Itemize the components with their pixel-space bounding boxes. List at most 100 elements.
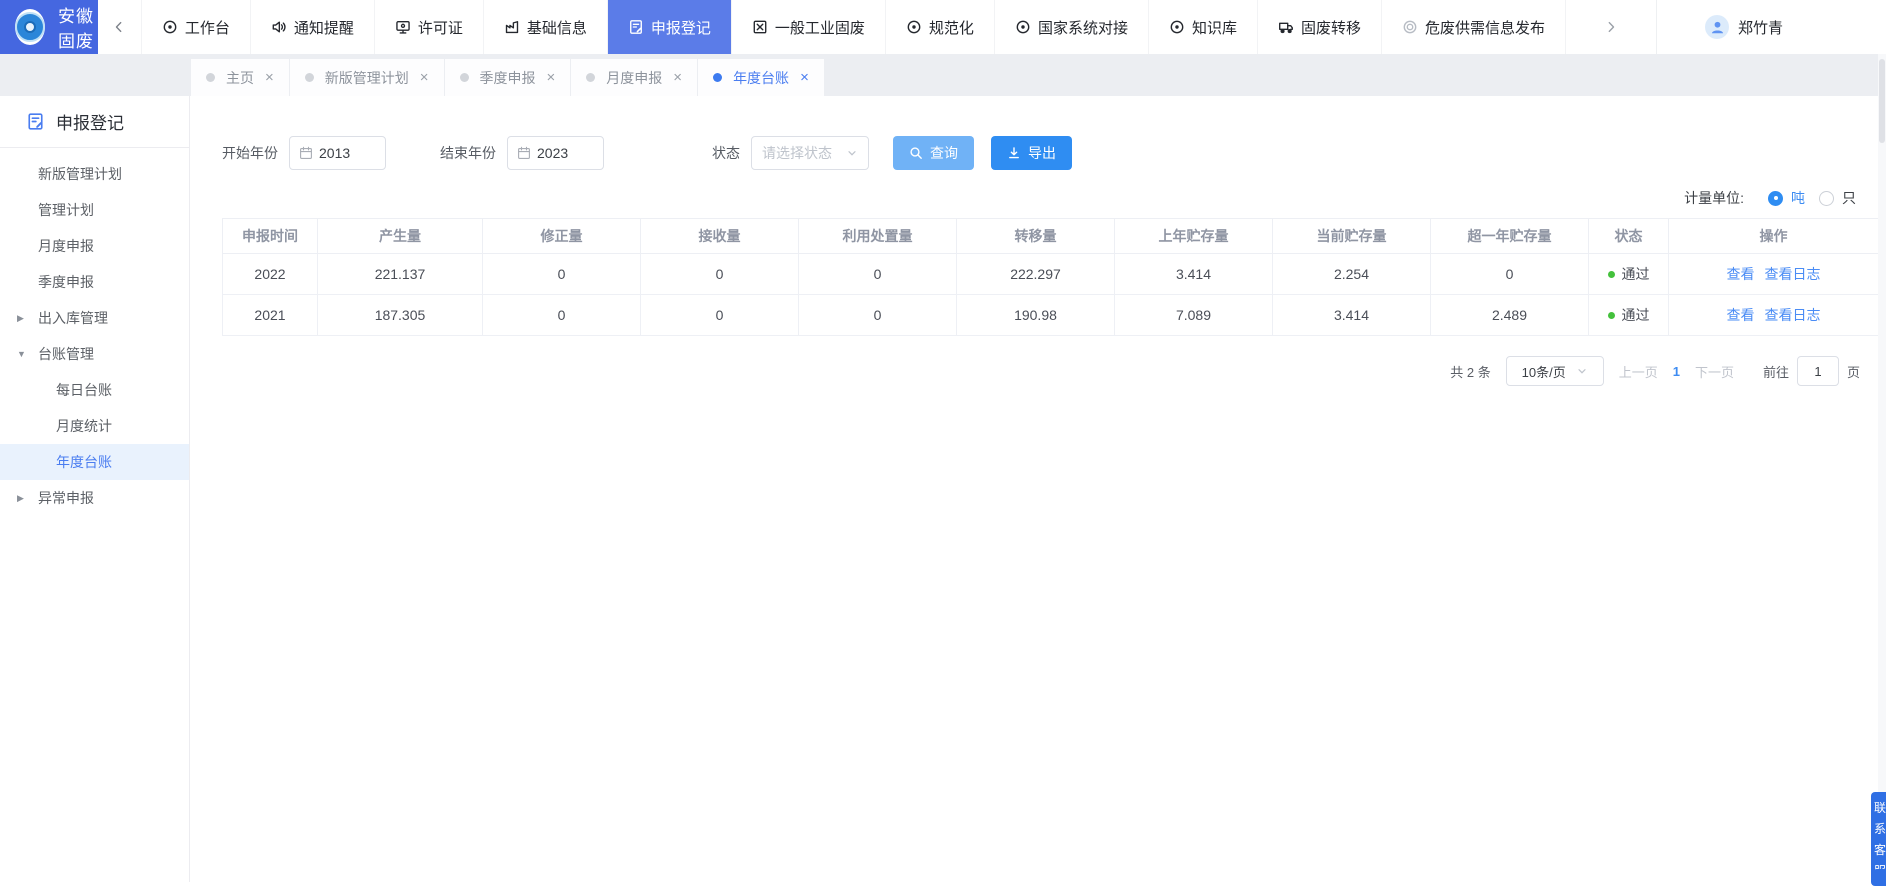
- sidebar-item[interactable]: 管理计划: [0, 192, 189, 228]
- column-header: 申报时间: [223, 219, 318, 254]
- sidebar-item[interactable]: ▶异常申报: [0, 480, 189, 516]
- tab-1[interactable]: 主页 ×: [191, 59, 289, 96]
- brand: 安徽固废: [0, 0, 98, 54]
- tab-status-dot: [586, 73, 595, 82]
- contact-mini-button[interactable]: [1873, 869, 1886, 885]
- pagination: 共 2 条 10条/页 上一页 1 下一页 前往 页: [190, 356, 1860, 386]
- calendar-icon: [299, 146, 313, 160]
- prev-page-button[interactable]: 上一页: [1619, 362, 1658, 381]
- tab-3[interactable]: 季度申报 ×: [445, 59, 571, 96]
- cell-value: 0: [1431, 254, 1589, 295]
- sidebar-item[interactable]: ▼台账管理: [0, 336, 189, 372]
- target-icon: [906, 19, 922, 35]
- view-log-link[interactable]: 查看日志: [1765, 307, 1821, 323]
- page-number-1[interactable]: 1: [1673, 364, 1680, 379]
- tab-status-dot: [305, 73, 314, 82]
- close-icon[interactable]: ×: [420, 70, 429, 85]
- cell-value: 0: [641, 295, 799, 336]
- nav-item-1[interactable]: 工作台: [142, 0, 251, 54]
- tab-label: 年度台账: [733, 68, 789, 88]
- status-badge: 通过: [1589, 305, 1668, 325]
- start-year-label: 开始年份: [222, 143, 278, 163]
- sidebar-item-label: 出入库管理: [38, 308, 108, 328]
- sidebar-item[interactable]: 月度统计: [0, 408, 189, 444]
- main-panel: 开始年份 结束年份 状态 请选择状态 查询 导出: [190, 96, 1886, 882]
- nav-item-7[interactable]: 规范化: [886, 0, 995, 54]
- column-header: 上年贮存量: [1115, 219, 1273, 254]
- sidebar-item-label: 月度统计: [56, 416, 112, 436]
- sidebar-item[interactable]: 月度申报: [0, 228, 189, 264]
- tab-5[interactable]: 年度台账 ×: [698, 59, 824, 96]
- nav-item-11[interactable]: 危废供需信息发布: [1382, 0, 1566, 54]
- nav-item-6[interactable]: 一般工业固废: [732, 0, 886, 54]
- status-dot-icon: [1608, 312, 1615, 319]
- cell-value: 3.414: [1115, 254, 1273, 295]
- sidebar-item-label: 年度台账: [56, 452, 112, 472]
- chevron-down-icon: [1576, 365, 1588, 377]
- top-header: 安徽固废 工作台通知提醒许可证基础信息 申报登记一般工业固废规范化 国家系统对接知识…: [0, 0, 1886, 54]
- nav-item-3[interactable]: 许可证: [375, 0, 484, 54]
- page-size-select[interactable]: 10条/页: [1506, 356, 1604, 386]
- close-icon[interactable]: ×: [800, 70, 809, 85]
- chevron-expanded-icon: ▼: [17, 349, 26, 359]
- nav-item-8[interactable]: 国家系统对接: [995, 0, 1149, 54]
- chevron-down-icon: [846, 147, 858, 159]
- user-avatar-icon: [1705, 15, 1729, 39]
- chevron-right-icon: [1603, 19, 1619, 35]
- unit-radio-selected[interactable]: 吨: [1768, 188, 1805, 208]
- sidebar-item[interactable]: 每日台账: [0, 372, 189, 408]
- nav-scroll-left-button[interactable]: [98, 0, 142, 54]
- vertical-scrollbar[interactable]: [1878, 54, 1886, 882]
- column-header: 超一年贮存量: [1431, 219, 1589, 254]
- scrollbar-thumb[interactable]: [1879, 59, 1885, 143]
- calendar-icon: [517, 146, 531, 160]
- view-link[interactable]: 查看: [1727, 266, 1755, 282]
- view-link[interactable]: 查看: [1727, 307, 1755, 323]
- sidebar-item[interactable]: ▶出入库管理: [0, 300, 189, 336]
- sidebar-item[interactable]: 新版管理计划: [0, 156, 189, 192]
- status-select[interactable]: 请选择状态: [751, 136, 869, 170]
- status-badge: 通过: [1589, 264, 1668, 284]
- nav-item-label: 固废转移: [1301, 17, 1361, 38]
- sidebar-item-label: 新版管理计划: [38, 164, 122, 184]
- nav-item-label: 申报登记: [651, 17, 711, 38]
- cell-value: 0: [483, 254, 641, 295]
- search-button[interactable]: 查询: [893, 136, 974, 170]
- download-icon: [1007, 146, 1021, 160]
- close-icon[interactable]: ×: [547, 70, 556, 85]
- tab-label: 主页: [226, 68, 254, 88]
- sidebar-header: 申报登记: [0, 96, 189, 148]
- grid-box-icon: [752, 19, 768, 35]
- unit-toggle-row: 计量单位: 吨只: [190, 188, 1856, 208]
- nav-item-label: 国家系统对接: [1038, 17, 1128, 38]
- goto-page-input[interactable]: [1797, 356, 1839, 386]
- next-page-button[interactable]: 下一页: [1695, 362, 1734, 381]
- user-menu[interactable]: 郑竹青: [1656, 0, 1886, 54]
- nav-item-10[interactable]: 固废转移: [1258, 0, 1382, 54]
- export-button[interactable]: 导出: [991, 136, 1072, 170]
- nav-item-9[interactable]: 知识库: [1149, 0, 1258, 54]
- unit-radio-option[interactable]: 只: [1819, 188, 1856, 208]
- close-icon[interactable]: ×: [673, 70, 682, 85]
- cell-value: 3.414: [1273, 295, 1431, 336]
- goto-suffix: 页: [1847, 362, 1860, 381]
- start-year-input[interactable]: [319, 145, 377, 161]
- nav-item-2[interactable]: 通知提醒: [251, 0, 375, 54]
- nav-item-4[interactable]: 基础信息: [484, 0, 608, 54]
- nav-item-5[interactable]: 申报登记: [608, 0, 732, 54]
- tab-2[interactable]: 新版管理计划×: [290, 59, 444, 96]
- nav-scroll-right-button[interactable]: [1566, 0, 1656, 54]
- sidebar-item[interactable]: 季度申报: [0, 264, 189, 300]
- tab-label: 季度申报: [480, 68, 536, 88]
- unit-toggle-label: 计量单位:: [1684, 188, 1744, 208]
- cell-value: 0: [641, 254, 799, 295]
- column-header: 状态: [1589, 219, 1669, 254]
- view-log-link[interactable]: 查看日志: [1765, 266, 1821, 282]
- sidebar-item-label: 月度申报: [38, 236, 94, 256]
- monitor-icon: [395, 19, 411, 35]
- sidebar-item-label: 每日台账: [56, 380, 112, 400]
- tab-4[interactable]: 月度申报×: [571, 59, 697, 96]
- sidebar-item[interactable]: 年度台账: [0, 444, 189, 480]
- end-year-input[interactable]: [537, 145, 595, 161]
- close-icon[interactable]: ×: [265, 70, 274, 85]
